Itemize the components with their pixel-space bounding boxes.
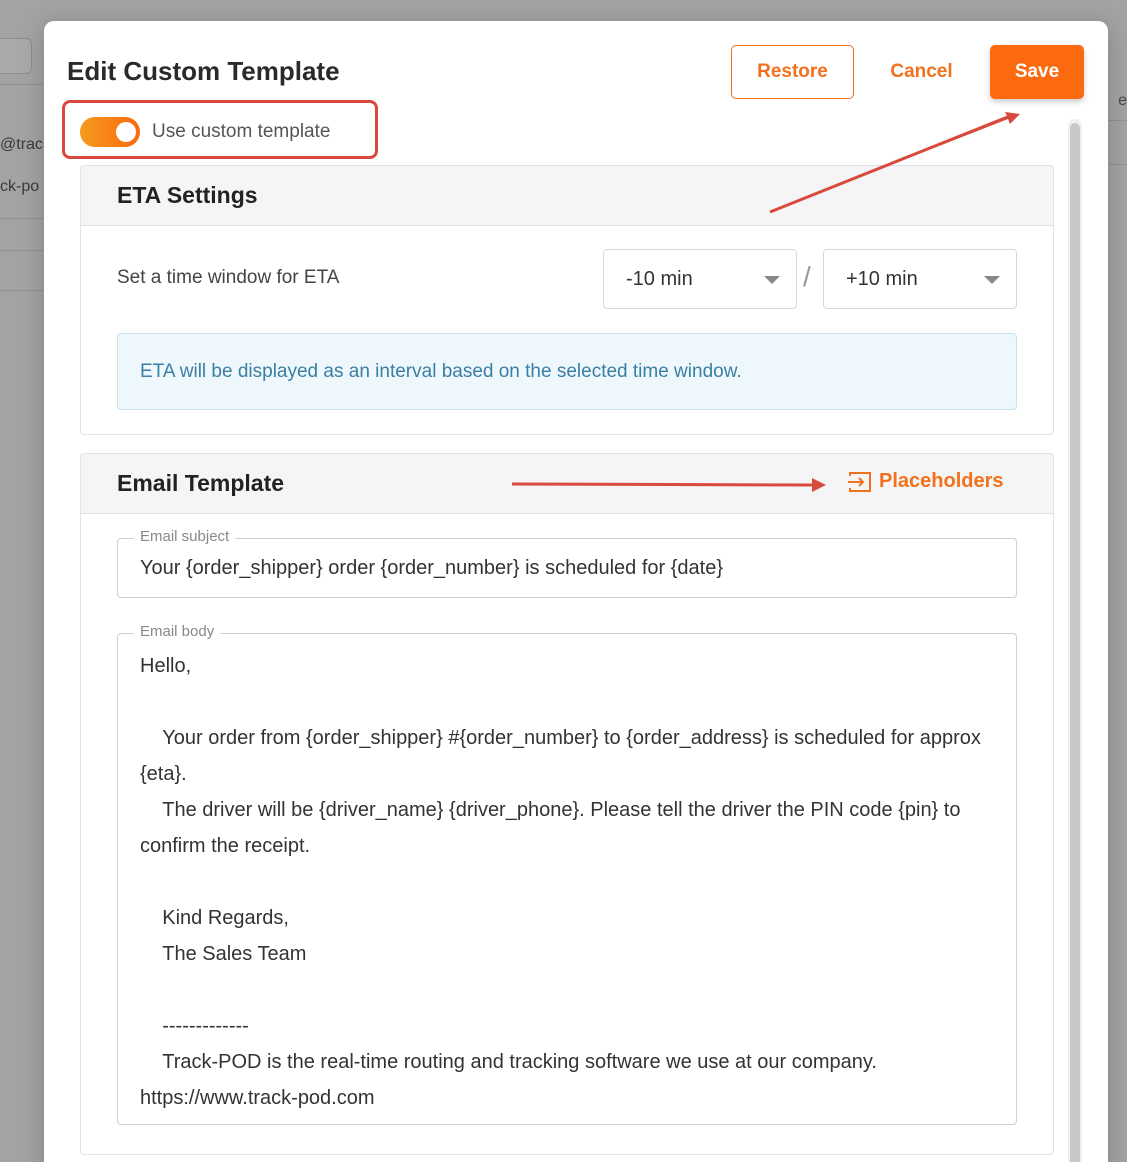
restore-button[interactable]: Restore xyxy=(731,45,854,99)
chevron-down-icon xyxy=(764,276,780,284)
placeholders-label: Placeholders xyxy=(879,470,1004,492)
range-separator: / xyxy=(803,261,811,292)
email-body-field[interactable]: Email body Hello, Your order from {order… xyxy=(117,623,1017,1125)
email-template-section: Email Template Placeholders Email subjec… xyxy=(80,453,1054,1155)
email-body-legend: Email body xyxy=(134,623,221,640)
eta-settings-header: ETA Settings xyxy=(81,166,1053,226)
chevron-down-icon xyxy=(984,276,1000,284)
save-button[interactable]: Save xyxy=(990,45,1084,99)
eta-window-label: Set a time window for ETA xyxy=(117,267,340,288)
eta-max-select[interactable]: +10 min xyxy=(823,249,1017,309)
insert-icon xyxy=(848,471,871,492)
background-text: ck-po xyxy=(0,178,40,195)
email-template-header: Email Template Placeholders xyxy=(81,454,1053,514)
annotation-highlight-box xyxy=(62,100,378,159)
scrollbar[interactable] xyxy=(1068,119,1082,1162)
email-subject-field[interactable]: Email subject Your {order_shipper} order… xyxy=(117,528,1017,598)
background-divider xyxy=(1107,120,1127,121)
modal-title: Edit Custom Template xyxy=(67,56,340,86)
background-input xyxy=(0,38,32,74)
edit-template-modal: Edit Custom Template Restore Cancel Save… xyxy=(44,21,1108,1162)
eta-min-value: -10 min xyxy=(626,267,693,290)
eta-info-message: ETA will be displayed as an interval bas… xyxy=(117,333,1017,410)
scrollbar-thumb[interactable] xyxy=(1070,123,1080,1162)
background-text: e xyxy=(1118,92,1127,109)
background-divider xyxy=(1107,164,1127,165)
eta-min-select[interactable]: -10 min xyxy=(603,249,797,309)
cancel-button[interactable]: Cancel xyxy=(869,45,974,99)
eta-max-value: +10 min xyxy=(846,267,918,290)
eta-settings-section: ETA Settings Set a time window for ETA -… xyxy=(80,165,1054,435)
email-subject-value[interactable]: Your {order_shipper} order {order_number… xyxy=(140,557,723,580)
email-body-value[interactable]: Hello, Your order from {order_shipper} #… xyxy=(140,648,1000,1116)
email-template-title: Email Template xyxy=(117,470,285,496)
email-subject-legend: Email subject xyxy=(134,528,236,545)
placeholders-button[interactable]: Placeholders xyxy=(847,470,1004,493)
